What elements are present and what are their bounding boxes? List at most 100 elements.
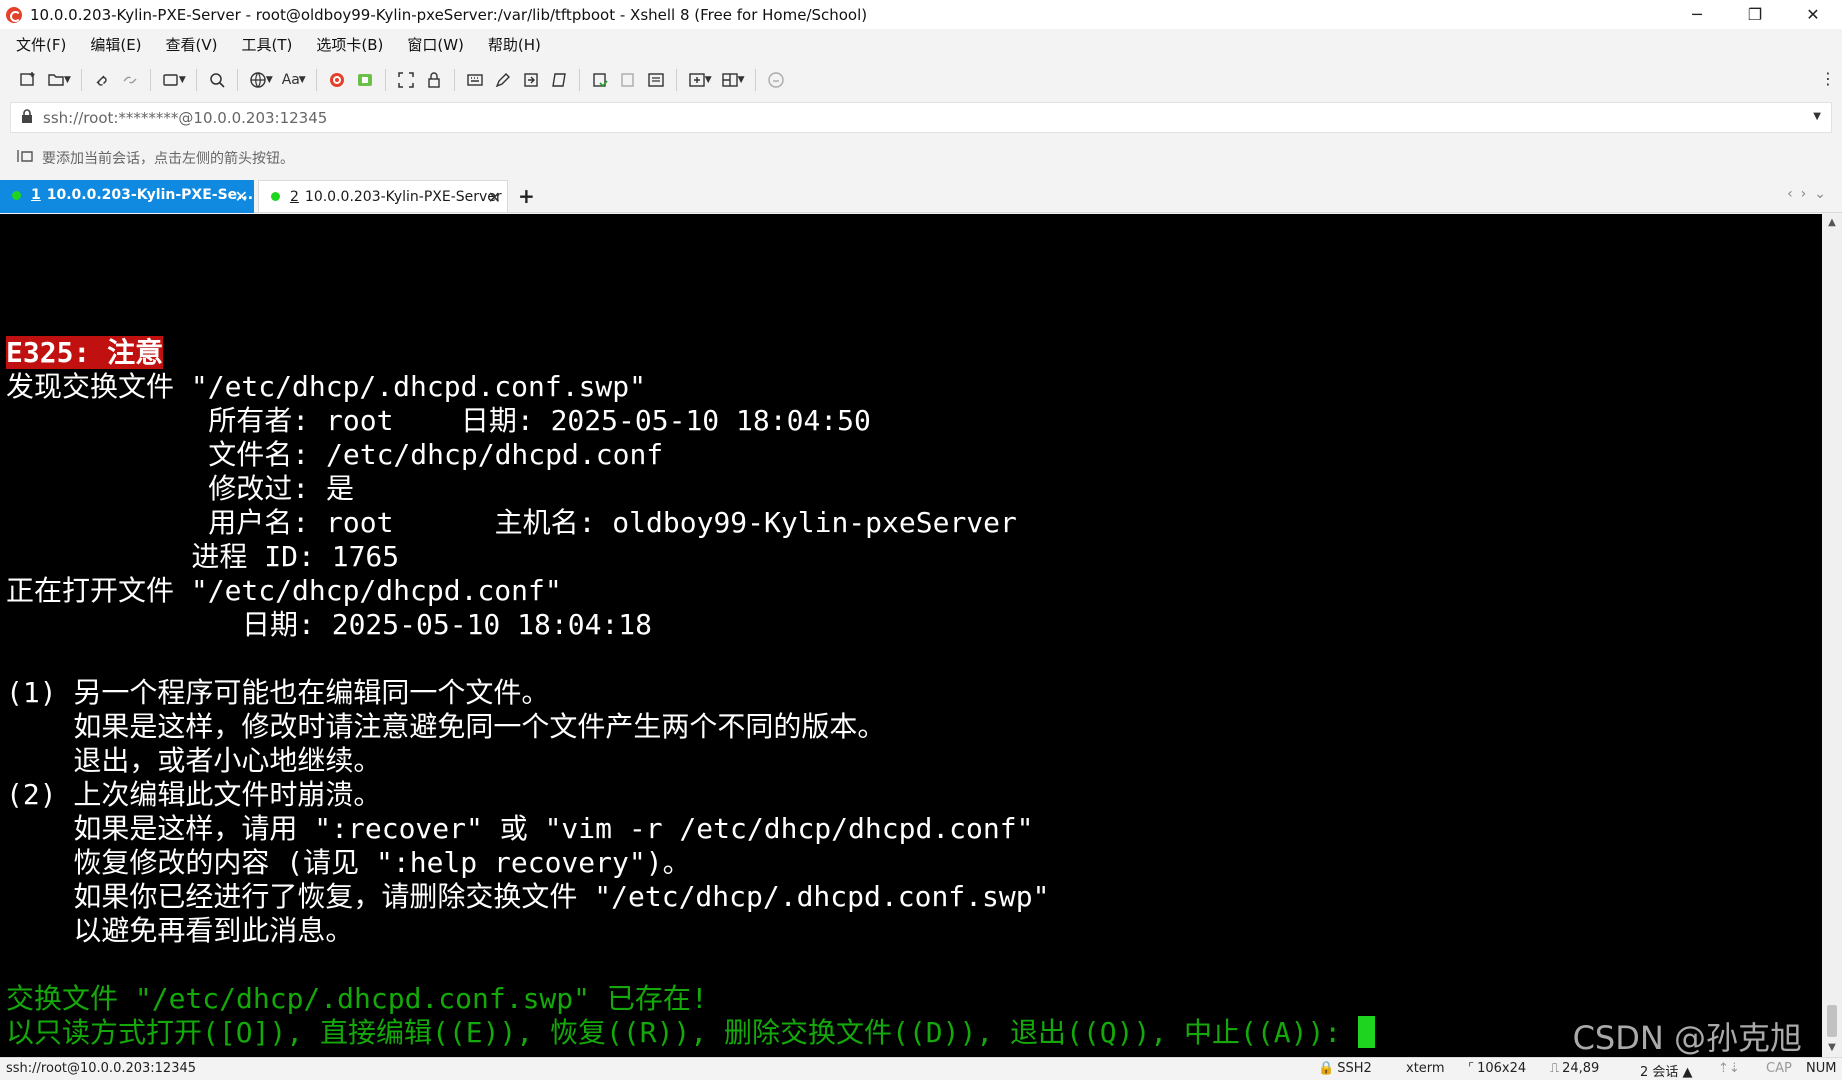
menu-view[interactable]: 查看(V) xyxy=(162,32,222,57)
xshell-icon[interactable] xyxy=(323,66,351,94)
session-hint-bar: 要添加当前会话，点击左侧的箭头按钮。 xyxy=(0,140,1842,176)
toolbar-divider xyxy=(453,69,455,91)
tab-title: 10.0.0.203-Kylin-PXE-Se... xyxy=(46,187,254,203)
terminal-line: 退出，或者小心地继续。 xyxy=(6,744,382,777)
xftp-icon[interactable] xyxy=(351,66,379,94)
toolbar-divider xyxy=(236,69,238,91)
status-arrows: ⇡⇣ xyxy=(1718,1061,1740,1076)
chevron-down-icon[interactable]: ▼ xyxy=(705,75,712,85)
status-protocol: 🔒 SSH2 xyxy=(1318,1061,1372,1076)
chevron-down-icon[interactable]: ▼ xyxy=(266,75,273,85)
tab-navigation-icons[interactable]: ‹›⌄ xyxy=(1787,186,1834,202)
status-num-lock: NUM xyxy=(1806,1061,1837,1076)
status-sessions[interactable]: 2 会话 ▲ xyxy=(1640,1061,1693,1080)
csdn-watermark: CSDN @孙克旭 xyxy=(1572,1019,1802,1057)
terminal-line: 发现交换文件 "/etc/dhcp/.dhcpd.conf.swp" xyxy=(6,370,647,403)
terminal-scrollbar[interactable]: ▲ ▼ xyxy=(1822,214,1842,1057)
lock-icon xyxy=(21,108,33,127)
add-tab-icon[interactable]: + xyxy=(518,184,535,208)
menu-window[interactable]: 窗口(W) xyxy=(403,32,468,57)
chevron-down-icon[interactable]: ▼ xyxy=(299,75,306,85)
toolbar-divider xyxy=(384,69,386,91)
transfer-icon[interactable] xyxy=(517,66,545,94)
toolbar: ▼ ▼ ▼ Aa ▼ ▼ ▼ ⋮ xyxy=(0,59,1842,101)
log-start-icon[interactable] xyxy=(586,66,614,94)
lock-icon[interactable] xyxy=(420,66,448,94)
prompt-text: 以只读方式打开([O]), 直接编辑((E)), 恢复((R)), 删除交换文件… xyxy=(6,1016,1359,1049)
toolbar-divider xyxy=(754,69,756,91)
menu-file[interactable]: 文件(F) xyxy=(12,32,70,57)
chevron-down-icon[interactable]: ▼ xyxy=(1813,111,1821,122)
arrow-down-icon: ⇣ xyxy=(1728,1061,1740,1076)
address-bar[interactable]: ssh://root:********@10.0.0.203:12345 ▼ xyxy=(10,102,1832,133)
toolbar-divider xyxy=(149,69,151,91)
tab-session-1[interactable]: 1 10.0.0.203-Kylin-PXE-Se... ✕ xyxy=(0,180,254,213)
connected-status-icon xyxy=(271,192,280,201)
terminal-line: 修改过: 是 xyxy=(6,472,355,505)
close-window-button[interactable]: ✕ xyxy=(1784,0,1842,29)
new-session-icon[interactable] xyxy=(14,66,42,94)
protocol-label: SSH2 xyxy=(1337,1061,1372,1076)
size-icon: ⌜ xyxy=(1468,1061,1475,1076)
terminal-line: 进程 ID: 1765 xyxy=(6,540,400,573)
vim-warning-label: E325: 注意 xyxy=(6,336,164,369)
xshell-logo-icon xyxy=(6,6,22,23)
terminal-line: 以避免再看到此消息。 xyxy=(6,914,354,947)
minimize-button[interactable]: ─ xyxy=(1668,0,1726,29)
chat-icon[interactable] xyxy=(762,66,790,94)
terminal-line: 文件名: /etc/dhcp/dhcpd.conf xyxy=(6,438,664,471)
tab-title: 10.0.0.203-Kylin-PXE-Server xyxy=(304,188,502,205)
scroll-down-icon[interactable]: ▼ xyxy=(1822,1039,1842,1057)
terminal-line: E325: 注意 xyxy=(6,336,164,370)
tab-session-2[interactable]: 2 10.0.0.203-Kylin-PXE-Server ✕ xyxy=(258,180,508,213)
toolbar-divider xyxy=(675,69,677,91)
script-icon[interactable] xyxy=(545,66,573,94)
terminal-line: 正在打开文件 "/etc/dhcp/dhcpd.conf" xyxy=(6,574,562,607)
menu-tools[interactable]: 工具(T) xyxy=(238,32,297,57)
chevron-down-icon[interactable]: ▼ xyxy=(179,75,186,85)
terminal-line: 用户名: root 主机名: oldboy99-Kylin-pxeServer xyxy=(6,506,1017,539)
chevron-down-icon[interactable]: ▼ xyxy=(64,75,71,85)
swap-exists-message: 交换文件 "/etc/dhcp/.dhcpd.conf.swp" 已存在! xyxy=(6,982,708,1015)
tab-bar: 1 10.0.0.203-Kylin-PXE-Se... ✕ 2 10.0.0.… xyxy=(0,180,1842,213)
scroll-up-icon[interactable]: ▲ xyxy=(1822,214,1842,232)
keyboard-icon[interactable] xyxy=(461,66,489,94)
terminal-line: (1) 另一个程序可能也在编辑同一个文件。 xyxy=(6,676,550,709)
tab-number: 2 xyxy=(290,188,299,205)
scroll-thumb[interactable] xyxy=(1827,1005,1837,1037)
status-connection-path: ssh://root@10.0.0.203:12345 xyxy=(6,1061,197,1076)
add-session-arrow-icon[interactable] xyxy=(16,148,34,168)
restore-button[interactable]: ❐ xyxy=(1726,0,1784,29)
menu-tabs[interactable]: 选项卡(B) xyxy=(312,32,387,57)
chevron-down-icon[interactable]: ▼ xyxy=(738,75,745,85)
terminal-line: 日期: 2025-05-10 18:04:18 xyxy=(6,608,653,641)
compose-icon[interactable] xyxy=(642,66,670,94)
menu-edit[interactable]: 编辑(E) xyxy=(86,32,145,57)
toolbar-divider xyxy=(578,69,580,91)
log-stop-icon[interactable] xyxy=(614,66,642,94)
fullscreen-icon[interactable] xyxy=(392,66,420,94)
terminal-screen[interactable]: E325: 注意 发现交换文件 "/etc/dhcp/.dhcpd.conf.s… xyxy=(0,214,1822,1057)
arrow-up-icon: ⇡ xyxy=(1718,1061,1729,1076)
status-bar: ssh://root@10.0.0.203:12345 🔒 SSH2 xterm … xyxy=(0,1057,1842,1080)
more-options-icon[interactable]: ⋮ xyxy=(1820,69,1836,88)
terminal-line: 如果是这样，请用 ":recover" 或 "vim -r /etc/dhcp/… xyxy=(6,812,1034,845)
status-caps-lock: CAP xyxy=(1766,1061,1792,1076)
disconnect-icon[interactable] xyxy=(116,66,144,94)
address-input[interactable]: ssh://root:********@10.0.0.203:12345 xyxy=(43,109,327,127)
connected-status-icon xyxy=(12,190,21,200)
toolbar-divider xyxy=(315,69,317,91)
reconnect-icon[interactable] xyxy=(88,66,116,94)
search-icon[interactable] xyxy=(203,66,231,94)
status-size: ⌜ 106x24 xyxy=(1468,1061,1526,1076)
terminal-line: 如果你已经进行了恢复，请删除交换文件 "/etc/dhcp/.dhcpd.con… xyxy=(6,880,1050,913)
close-tab-icon[interactable]: ✕ xyxy=(488,188,501,207)
menu-help[interactable]: 帮助(H) xyxy=(484,32,545,57)
size-label: 106x24 xyxy=(1477,1061,1527,1076)
pen-icon[interactable] xyxy=(489,66,517,94)
menu-bar: 文件(F) 编辑(E) 查看(V) 工具(T) 选项卡(B) 窗口(W) 帮助(… xyxy=(0,29,1842,59)
close-tab-icon[interactable]: ✕ xyxy=(235,187,248,206)
terminal-line: 如果是这样，修改时请注意避免同一个文件产生两个不同的版本。 xyxy=(6,710,886,743)
status-cursor-position: ⎍ 24,89 xyxy=(1550,1061,1599,1076)
terminal-cursor xyxy=(1358,1016,1376,1048)
